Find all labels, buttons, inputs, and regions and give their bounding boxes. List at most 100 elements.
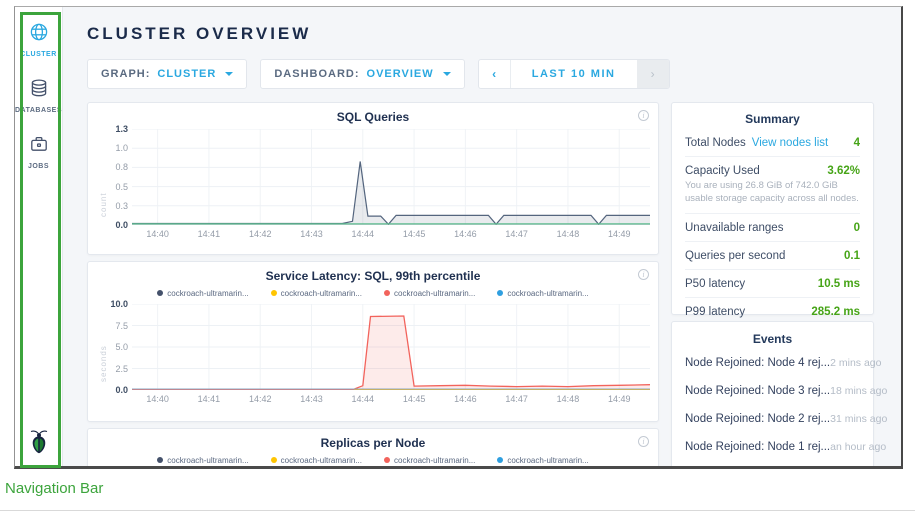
event-time: 2 mins ago — [830, 357, 881, 369]
time-next-button[interactable]: › — [637, 60, 669, 88]
chart-legend: cockroach-ultramarin... cockroach-ultrama… — [96, 454, 650, 466]
legend-dot-icon — [157, 290, 163, 296]
graph-dropdown-value: CLUSTER — [157, 68, 216, 80]
x-tick-label: 14:40 — [146, 229, 169, 239]
briefcase-icon — [29, 134, 49, 159]
dashboard-dropdown-value: OVERVIEW — [367, 68, 434, 80]
y-tick-label: 0.0 — [104, 385, 128, 395]
y-tick-label: 0.8 — [104, 162, 128, 172]
x-tick-label: 14:44 — [352, 394, 375, 404]
x-tick-label: 14:46 — [454, 394, 477, 404]
sidebar-item-label: JOBS — [28, 163, 49, 170]
event-text: Node Rejoined: Node 3 rej... — [685, 385, 830, 397]
page-title: CLUSTER OVERVIEW — [87, 24, 901, 44]
summary-title: Summary — [685, 112, 860, 126]
event-row[interactable]: Node Rejoined: Node 3 rej... 18 mins ago — [685, 377, 860, 405]
legend-item: cockroach-ultramarin... — [271, 287, 362, 299]
x-tick-label: 14:45 — [403, 229, 426, 239]
legend-dot-icon — [157, 457, 163, 463]
x-axis-ticks: 14:4014:4114:4214:4314:4414:4514:4614:47… — [132, 225, 650, 241]
app-window: CLUSTER DATABASES — [14, 6, 903, 469]
time-prev-button[interactable]: ‹ — [479, 60, 511, 88]
x-tick-label: 14:46 — [454, 229, 477, 239]
chart-card-sql-queries: SQL Queries i count 0.00.30.50.81.01.3 1… — [87, 102, 659, 255]
event-text: Node Rejoined: Node 2 rej... — [685, 413, 830, 425]
plot-area: seconds 0.02.55.07.510.0 14:4014:4114:42… — [96, 304, 650, 406]
legend-item: cockroach-ultramarin... — [157, 454, 248, 466]
info-icon[interactable]: i — [638, 269, 649, 280]
y-axis-ticks: 0.00.30.50.81.01.3 — [104, 129, 128, 225]
summary-value: 4 — [854, 137, 860, 149]
chart-card-replicas-per-node: Replicas per Node i cockroach-ultramarin… — [87, 428, 659, 466]
event-row[interactable]: Node Rejoined: Node 4 rej... 2 mins ago — [685, 349, 860, 377]
summary-row-qps: Queries per second 0.1 — [685, 242, 860, 270]
x-tick-label: 14:40 — [146, 394, 169, 404]
legend-dot-icon — [497, 290, 503, 296]
sidebar-item-cluster[interactable]: CLUSTER — [20, 22, 57, 58]
page: CLUSTER DATABASES — [0, 0, 915, 517]
summary-value: 0 — [854, 222, 860, 234]
event-time: 31 mins ago — [830, 413, 887, 425]
graph-dropdown[interactable]: GRAPH: CLUSTER — [87, 59, 247, 89]
sidebar-item-jobs[interactable]: JOBS — [28, 134, 49, 170]
x-tick-label: 14:42 — [249, 229, 272, 239]
x-tick-label: 14:48 — [557, 394, 580, 404]
capacity-subtext: You are using 26.8 GiB of 742.0 GiB usab… — [685, 180, 860, 206]
chart-legend: cockroach-ultramarin... cockroach-ultrama… — [96, 287, 650, 299]
summary-value: 0.1 — [844, 250, 860, 262]
x-tick-label: 14:49 — [608, 394, 631, 404]
events-title: Events — [685, 332, 860, 346]
y-tick-label: 7.5 — [104, 321, 128, 331]
page-bottom-divider — [0, 510, 915, 511]
cockroachdb-logo[interactable] — [27, 429, 50, 459]
database-icon — [29, 78, 49, 103]
y-tick-label: 1.3 — [104, 124, 128, 134]
plot-area: count 0.00.30.50.81.01.3 14:4014:4114:42… — [96, 129, 650, 241]
sidebar-item-databases[interactable]: DATABASES — [15, 78, 62, 114]
dashboard-controls: GRAPH: CLUSTER DASHBOARD: OVERVIEW ‹ LAS… — [87, 59, 901, 89]
chart-card-service-latency: Service Latency: SQL, 99th percentile i … — [87, 261, 659, 422]
x-tick-label: 14:43 — [300, 229, 323, 239]
sidebar-item-label: DATABASES — [15, 107, 62, 114]
y-axis-ticks: 0.02.55.07.510.0 — [104, 304, 128, 390]
globe-icon — [29, 22, 49, 47]
info-icon[interactable]: i — [638, 436, 649, 447]
x-tick-label: 14:47 — [505, 394, 528, 404]
chart-svg — [132, 129, 650, 225]
chart-title: Service Latency: SQL, 99th percentile — [96, 269, 650, 283]
x-tick-label: 14:45 — [403, 394, 426, 404]
time-range-button[interactable]: LAST 10 MIN — [511, 60, 637, 88]
dashboard-dropdown[interactable]: DASHBOARD: OVERVIEW — [260, 59, 464, 89]
view-nodes-list-link[interactable]: View nodes list — [752, 137, 829, 149]
summary-row-p50: P50 latency 10.5 ms — [685, 270, 860, 298]
chart-title: Replicas per Node — [96, 436, 650, 450]
legend-label: cockroach-ultramarin... — [507, 289, 588, 298]
event-row[interactable]: Node Rejoined: Node 2 rej... 31 mins ago — [685, 405, 860, 433]
legend-label: cockroach-ultramarin... — [394, 456, 475, 465]
summary-row-capacity: Capacity Used 3.62% You are using 26.8 G… — [685, 157, 860, 214]
y-tick-label: 0.3 — [104, 201, 128, 211]
event-row[interactable]: Node Rejoined: Node 1 rej... an hour ago — [685, 433, 860, 461]
chevron-down-icon — [225, 72, 233, 76]
chart-canvas-sql-queries[interactable] — [132, 129, 650, 225]
summary-value: 10.5 ms — [818, 278, 860, 290]
y-tick-label: 1.0 — [104, 143, 128, 153]
annotation-label: Navigation Bar — [5, 480, 103, 497]
events-panel: Events Node Rejoined: Node 4 rej... 2 mi… — [671, 321, 874, 466]
y-tick-label: 0.0 — [104, 220, 128, 230]
event-time: 18 mins ago — [830, 385, 887, 397]
chart-canvas-service-latency[interactable] — [132, 304, 650, 390]
graph-dropdown-label: GRAPH: — [101, 68, 150, 80]
content-row: SQL Queries i count 0.00.30.50.81.01.3 1… — [87, 102, 901, 466]
x-tick-label: 14:44 — [352, 229, 375, 239]
dashboard-dropdown-label: DASHBOARD: — [274, 68, 359, 80]
x-tick-label: 14:48 — [557, 229, 580, 239]
x-tick-label: 14:43 — [300, 394, 323, 404]
summary-value: 285.2 ms — [811, 306, 860, 318]
navigation-bar: CLUSTER DATABASES — [15, 7, 63, 466]
legend-item: cockroach-ultramarin... — [497, 454, 588, 466]
event-row[interactable]: Node Rejoined: Node 4 rej... an hour ago — [685, 461, 860, 466]
legend-dot-icon — [384, 290, 390, 296]
info-icon[interactable]: i — [638, 110, 649, 121]
y-tick-label: 2.5 — [104, 364, 128, 374]
